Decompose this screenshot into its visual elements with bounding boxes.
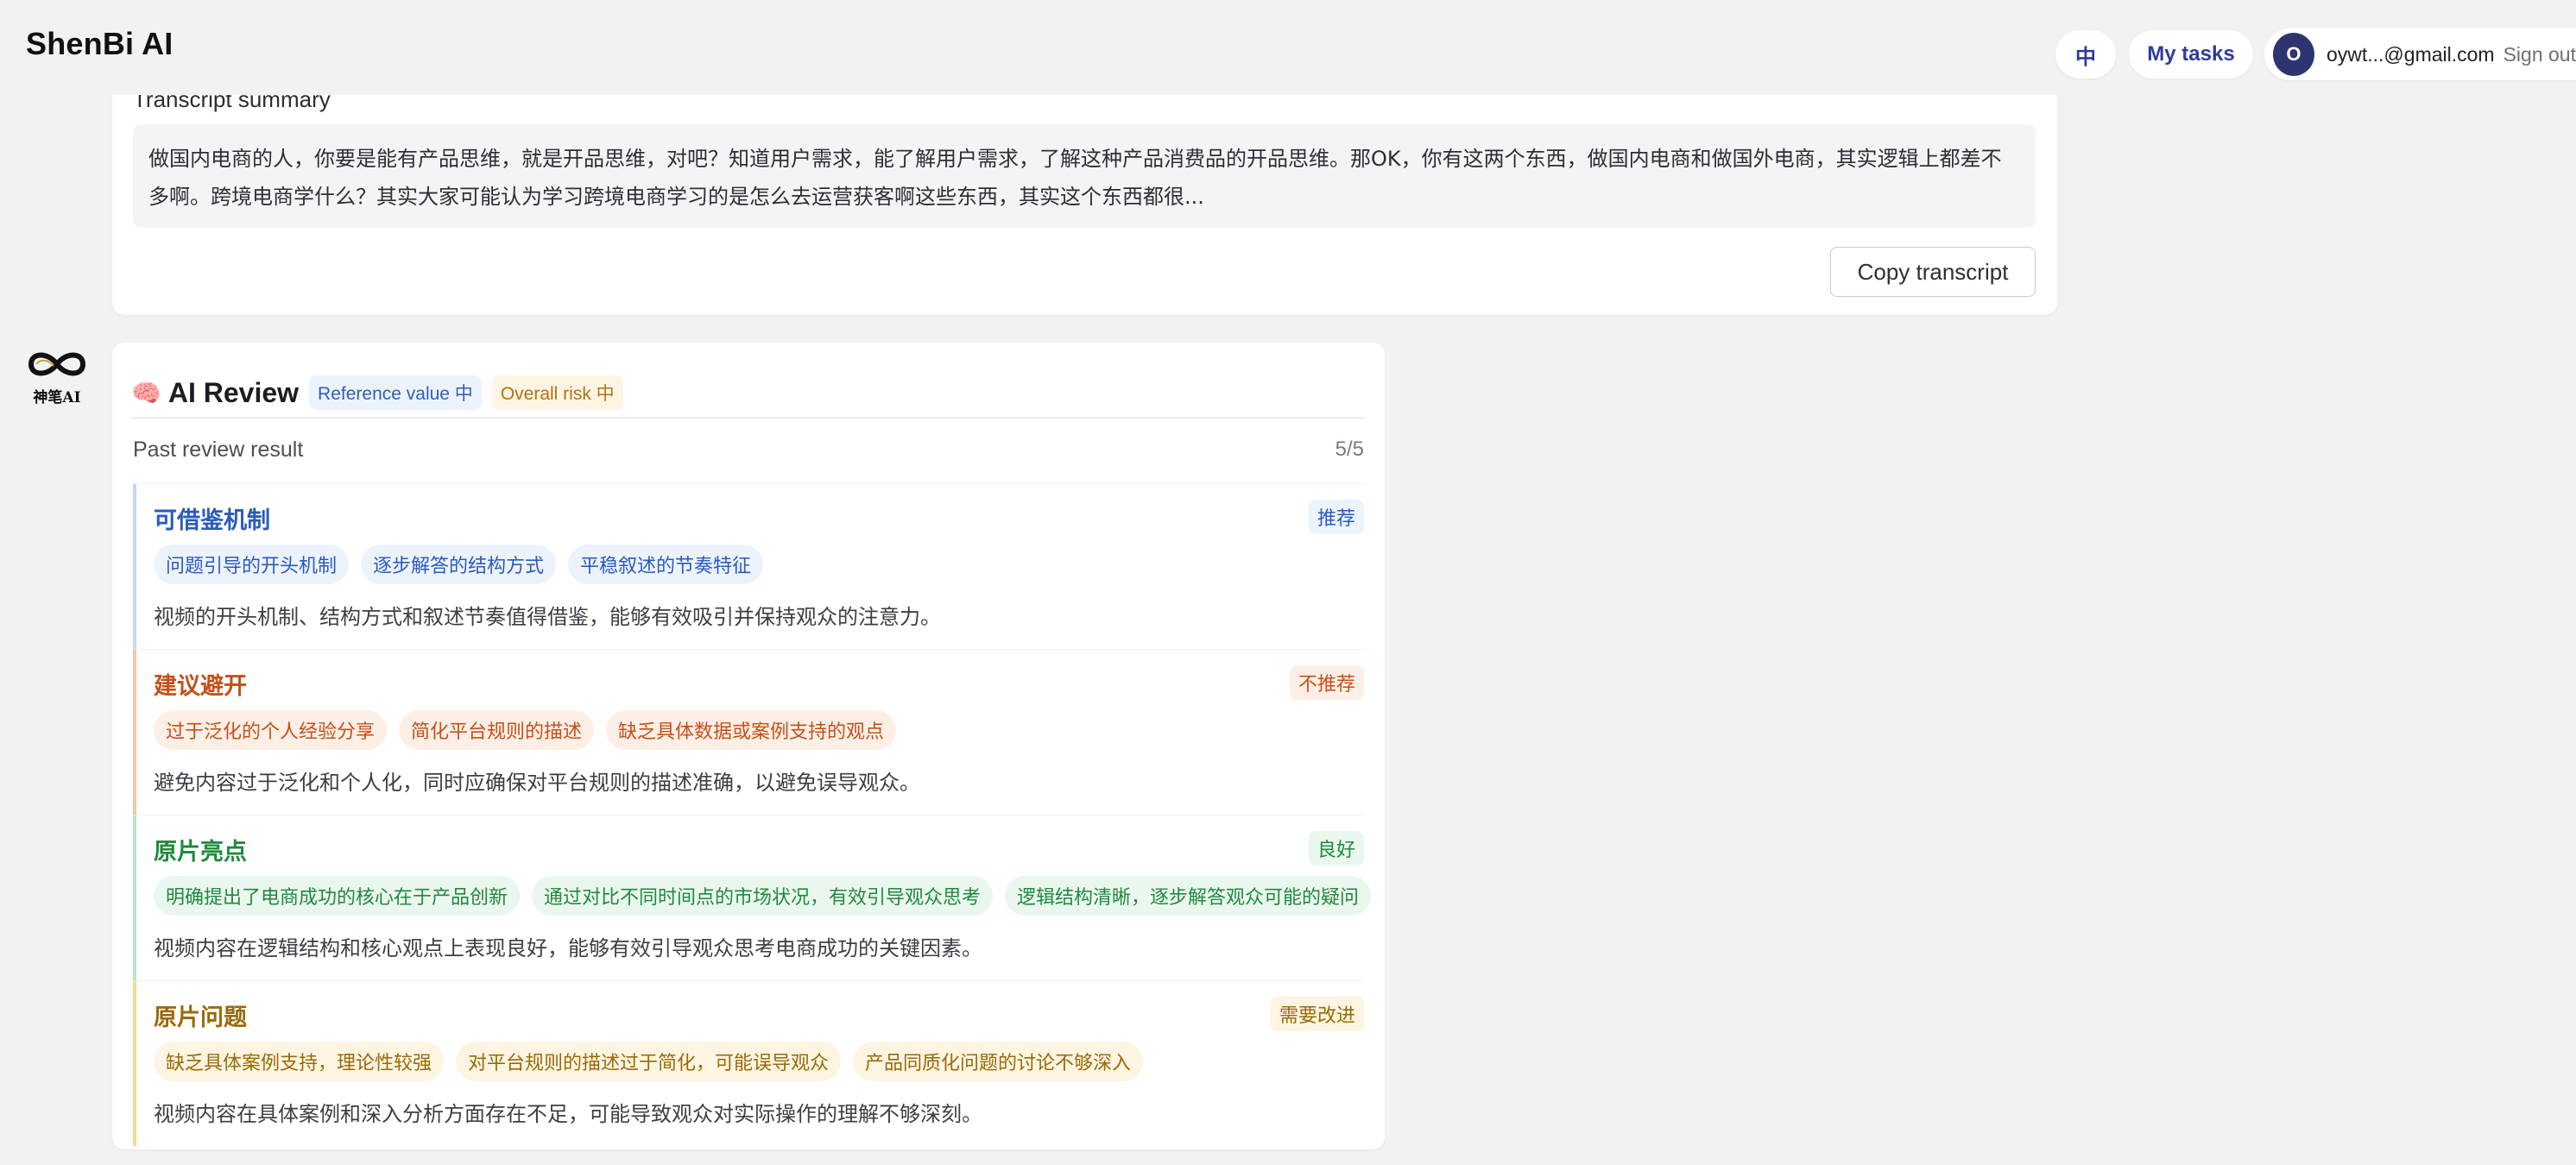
chip: 明确提出了电商成功的核心在于产品创新 <box>154 876 521 916</box>
section-highlights: 原片亮点 良好 明确提出了电商成功的核心在于产品创新 通过对比不同时间点的市场状… <box>133 815 1372 980</box>
chip: 逻辑结构清晰，逐步解答观众可能的疑问 <box>1005 876 1372 916</box>
chip: 产品同质化问题的讨论不够深入 <box>853 1042 1144 1081</box>
chip: 平稳叙述的节奏特征 <box>568 545 764 584</box>
avatar[interactable]: O <box>2273 33 2314 76</box>
chip: 问题引导的开头机制 <box>154 545 350 584</box>
chip-list: 问题引导的开头机制 逐步解答的结构方式 平稳叙述的节奏特征 <box>154 545 764 584</box>
section-tag: 良好 <box>1308 831 1364 866</box>
transcript-text: 做国内电商的人，你要是能有产品思维，就是开品思维，对吧？知道用户需求，能了解用户… <box>133 124 2036 228</box>
section-avoid: 建议避开 不推荐 过于泛化的个人经验分享 简化平台规则的描述 缺乏具体数据或案例… <box>133 649 1364 815</box>
overall-risk-badge: Overall risk 中 <box>491 375 623 410</box>
chip: 缺乏具体数据或案例支持的观点 <box>606 710 897 750</box>
section-description: 视频内容在逻辑结构和核心观点上表现良好，能够有效引导观众思考电商成功的关键因素。 <box>154 936 982 960</box>
chip-list: 缺乏具体案例支持，理论性较强 对平台规则的描述过于简化，可能误导观众 产品同质化… <box>154 1042 1144 1081</box>
my-tasks-button[interactable]: My tasks <box>2129 30 2253 79</box>
section-issues: 原片问题 需要改进 缺乏具体案例支持，理论性较强 对平台规则的描述过于简化，可能… <box>133 980 1364 1146</box>
section-referable-mechanism: 可借鉴机制 推荐 问题引导的开头机制 逐步解答的结构方式 平稳叙述的节奏特征 视… <box>133 483 1364 649</box>
user-menu[interactable]: O oywt...@gmail.com Sign out <box>2264 28 2576 80</box>
section-tag: 不推荐 <box>1289 665 1364 700</box>
brain-icon: 🧠 <box>131 378 161 407</box>
user-email: oywt...@gmail.com <box>2326 42 2495 66</box>
past-review-row: Past review result 5/5 <box>133 438 1364 463</box>
sign-out-link[interactable]: Sign out <box>2503 43 2576 66</box>
copy-transcript-button[interactable]: Copy transcript <box>1830 247 2036 297</box>
section-description: 视频的开头机制、结构方式和叙述节奏值得借鉴，能够有效吸引并保持观众的注意力。 <box>154 605 941 629</box>
review-header: 🧠 AI Review Reference value 中 Overall ri… <box>131 368 634 417</box>
app-brand: ShenBi AI <box>26 26 174 61</box>
section-title: 建议避开 <box>154 673 247 700</box>
chip: 逐步解答的结构方式 <box>361 545 557 584</box>
chip: 对平台规则的描述过于简化，可能误导观众 <box>456 1042 842 1081</box>
section-tag: 推荐 <box>1308 500 1364 534</box>
section-tag: 需要改进 <box>1270 997 1364 1031</box>
app-page: Transcript summary 做国内电商的人，你要是能有产品思维，就是开… <box>0 0 2576 1165</box>
section-description: 避免内容过于泛化和个人化，同时应确保对平台规则的描述准确，以避免误导观众。 <box>154 771 920 795</box>
divider <box>131 417 1364 419</box>
past-review-label: Past review result <box>133 438 304 462</box>
ai-review-card: 🧠 AI Review Reference value 中 Overall ri… <box>112 343 1385 1149</box>
review-title: AI Review <box>167 376 300 408</box>
chip: 简化平台规则的描述 <box>399 710 595 750</box>
chip-list: 明确提出了电商成功的核心在于产品创新 通过对比不同时间点的市场状况，有效引导观众… <box>154 876 1372 916</box>
chip: 缺乏具体案例支持，理论性较强 <box>154 1042 445 1081</box>
top-bar: ShenBi AI 中 My tasks O oywt...@gmail.com… <box>0 0 2576 95</box>
language-toggle-button[interactable]: 中 <box>2055 30 2116 79</box>
shenbi-logo-icon: 神笔AI <box>24 345 90 411</box>
section-title: 原片亮点 <box>154 839 247 866</box>
chip: 通过对比不同时间点的市场状况，有效引导观众思考 <box>532 876 994 916</box>
chip-list: 过于泛化的个人经验分享 简化平台规则的描述 缺乏具体数据或案例支持的观点 <box>154 710 897 750</box>
reference-value-badge: Reference value 中 <box>309 375 482 410</box>
section-description: 视频内容在具体案例和深入分析方面存在不足，可能导致观众对实际操作的理解不够深刻。 <box>154 1102 982 1126</box>
section-title: 可借鉴机制 <box>154 507 270 534</box>
past-review-count: 5/5 <box>1335 438 1364 461</box>
chip: 过于泛化的个人经验分享 <box>154 710 388 750</box>
section-title: 原片问题 <box>154 1004 247 1031</box>
logo-text: 神笔AI <box>33 388 80 406</box>
